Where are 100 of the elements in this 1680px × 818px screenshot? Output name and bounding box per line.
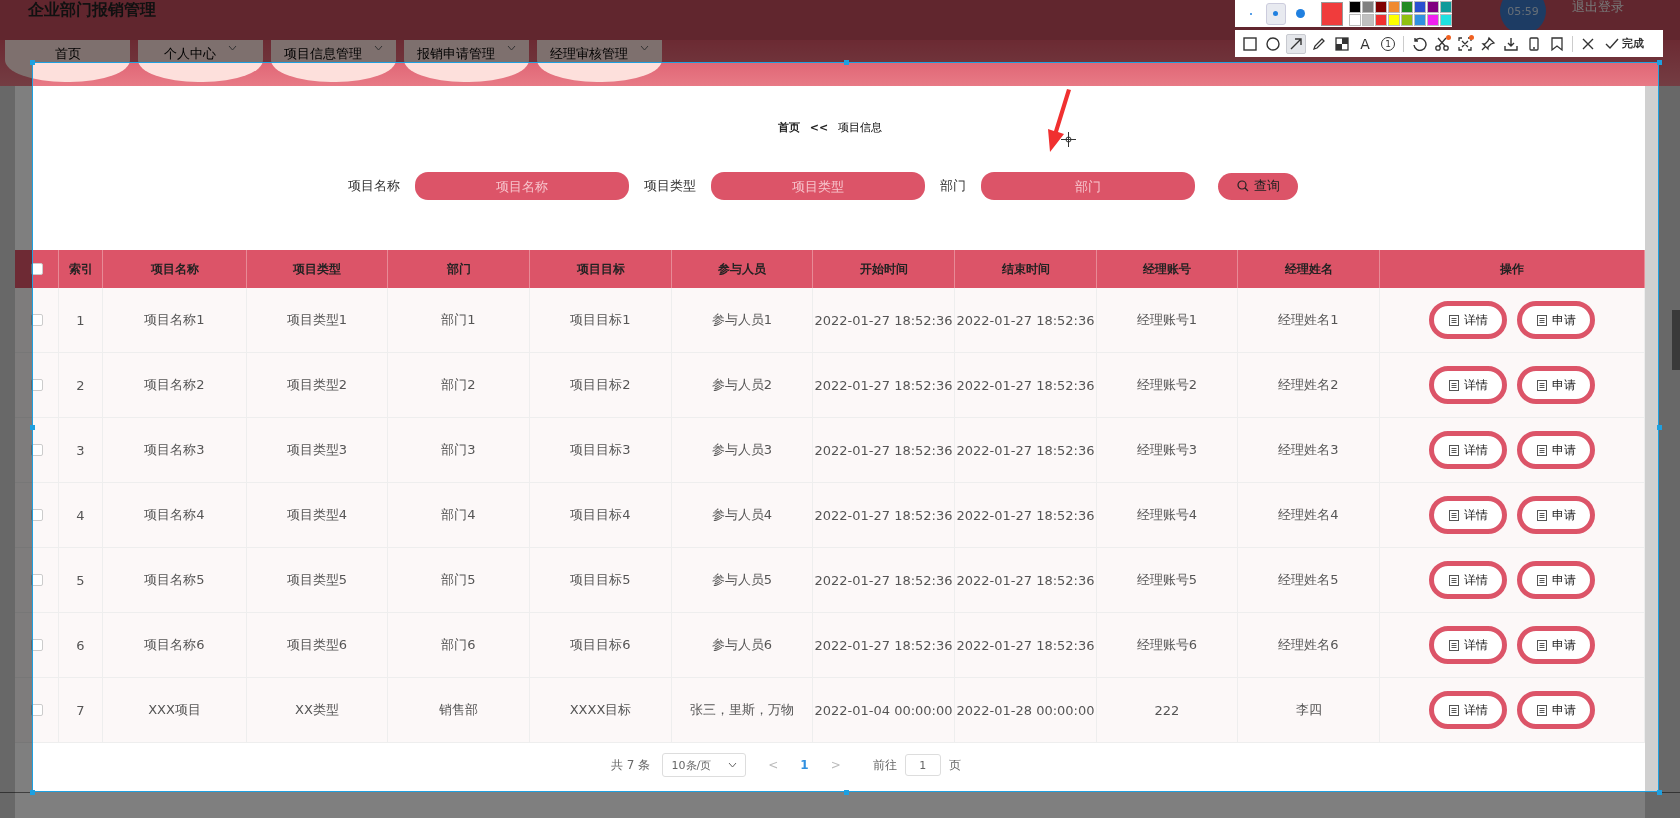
table-cell: 项目名称2 (103, 353, 247, 417)
table-cell: 经理姓名3 (1238, 418, 1380, 482)
search-field[interactable]: 项目名称 (415, 172, 629, 200)
table-cell: 2022-01-27 18:52:36 (813, 418, 955, 482)
table-cell: 2022-01-27 18:52:36 (813, 483, 955, 547)
table-row[interactable]: 6 项目名称6 项目类型6 部门6 项目目标6 参与人员6 2022-01-27 18:52:36 2022-01-27 18:52:36 经理账号6 经理姓名6 详情 申请 (15, 613, 1645, 678)
table-cell: 李四 (1238, 678, 1380, 742)
table-cell: 项目目标3 (530, 418, 672, 482)
table-cell: 参与人员3 (672, 418, 813, 482)
table-cell: 项目目标4 (530, 483, 672, 547)
table-cell: 项目类型6 (247, 613, 388, 677)
table-cell: 项目目标1 (530, 288, 672, 352)
details-button[interactable]: 详情 (1429, 496, 1507, 534)
search-label: 项目类型 (644, 177, 696, 195)
table-cell: 2 (59, 353, 103, 417)
table-cell: 经理账号2 (1097, 353, 1238, 417)
table-cell: 2022-01-27 18:52:36 (813, 548, 955, 612)
table-cell: 4 (59, 483, 103, 547)
table-cell: 5 (59, 548, 103, 612)
table-cell: 经理账号5 (1097, 548, 1238, 612)
table-cell: 2022-01-04 00:00:00 (813, 678, 955, 742)
table-cell: 项目类型1 (247, 288, 388, 352)
table-cell: 2022-01-27 18:52:36 (813, 613, 955, 677)
table-cell: 经理账号6 (1097, 613, 1238, 677)
nav-tab[interactable]: 首页 (5, 40, 130, 82)
nav-tab[interactable]: 个人中心 (138, 40, 263, 82)
table-cell: 项目名称6 (103, 613, 247, 677)
details-button[interactable]: 详情 (1429, 626, 1507, 664)
table-row[interactable]: 5 项目名称5 项目类型5 部门5 项目目标5 参与人员5 2022-01-27 18:52:36 2022-01-27 18:52:36 经理账号5 经理姓名5 详情 申请 (15, 548, 1645, 613)
table-cell: 经理账号3 (1097, 418, 1238, 482)
details-button[interactable]: 详情 (1429, 561, 1507, 599)
table-cell: 经理姓名1 (1238, 288, 1380, 352)
search-button[interactable]: 查询 (1218, 172, 1298, 200)
table-cell: 参与人员1 (672, 288, 813, 352)
table-cell: 参与人员2 (672, 353, 813, 417)
table-cell: 项目目标6 (530, 613, 672, 677)
table-cell: XX类型 (247, 678, 388, 742)
table-cell: 部门3 (388, 418, 530, 482)
table-cell: 经理姓名2 (1238, 353, 1380, 417)
table-cell: 项目目标5 (530, 548, 672, 612)
nav-tab[interactable]: 报销申请管理 (404, 40, 529, 82)
table-cell: 项目目标2 (530, 353, 672, 417)
table-row[interactable]: 3 项目名称3 项目类型3 部门3 项目目标3 参与人员3 2022-01-27 18:52:36 2022-01-27 18:52:36 经理账号3 经理姓名3 详情 申请 (15, 418, 1645, 483)
done-button[interactable]: 完成 (1601, 36, 1648, 51)
table-cell: 部门6 (388, 613, 530, 677)
table-cell: 2022-01-27 18:52:36 (955, 288, 1097, 352)
table-cell: 2022-01-27 18:52:36 (955, 418, 1097, 482)
table-cell: 经理账号1 (1097, 288, 1238, 352)
table-cell: XXX项目 (103, 678, 247, 742)
table-row[interactable]: 2 项目名称2 项目类型2 部门2 项目目标2 参与人员2 2022-01-27 18:52:36 2022-01-27 18:52:36 经理账号2 经理姓名2 详情 申请 (15, 353, 1645, 418)
table-cell: 经理姓名6 (1238, 613, 1380, 677)
apply-button[interactable]: 申请 (1517, 496, 1595, 534)
apply-button[interactable]: 申请 (1517, 561, 1595, 599)
breadcrumb-home[interactable]: 首页 (777, 119, 800, 135)
table-cell: 7 (59, 678, 103, 742)
table-cell: 经理账号4 (1097, 483, 1238, 547)
apply-button[interactable]: 申请 (1517, 301, 1595, 339)
details-button[interactable]: 详情 (1429, 366, 1507, 404)
search-field[interactable]: 项目类型 (711, 172, 925, 200)
table-cell: 1 (59, 288, 103, 352)
nav-tab[interactable]: 项目信息管理 (271, 40, 396, 82)
details-button[interactable]: 详情 (1429, 691, 1507, 729)
table-cell: 项目名称5 (103, 548, 247, 612)
table-cell: 2022-01-28 00:00:00 (955, 678, 1097, 742)
table-cell: 项目名称4 (103, 483, 247, 547)
search-field[interactable]: 部门 (981, 172, 1195, 200)
table-row[interactable]: 4 项目名称4 项目类型4 部门4 项目目标4 参与人员4 2022-01-27 18:52:36 2022-01-27 18:52:36 经理账号4 经理姓名4 详情 申请 (15, 483, 1645, 548)
table-cell: 参与人员4 (672, 483, 813, 547)
table-cell: 2022-01-27 18:52:36 (955, 548, 1097, 612)
table-cell: 2022-01-27 18:52:36 (813, 353, 955, 417)
table-cell: 部门2 (388, 353, 530, 417)
text-tool[interactable]: A (1355, 33, 1375, 54)
table-cell: 项目类型4 (247, 483, 388, 547)
table-row[interactable]: 1 项目名称1 项目类型1 部门1 项目目标1 参与人员1 2022-01-27 18:52:36 2022-01-27 18:52:36 经理账号1 经理姓名1 详情 申请 (15, 288, 1645, 353)
table-cell: 项目名称1 (103, 288, 247, 352)
table-cell: 张三，里斯，万物 (672, 678, 813, 742)
goto-page-field[interactable]: 1 (904, 754, 941, 776)
table-cell: 2022-01-27 18:52:36 (955, 483, 1097, 547)
page-size-select[interactable]: 10条/页 (662, 753, 747, 777)
goto-label: 前往 (872, 756, 897, 774)
total-count: 共 7 条 (611, 756, 651, 774)
details-button[interactable]: 详情 (1429, 431, 1507, 469)
breadcrumb-current: 项目信息 (838, 119, 883, 135)
table-cell: 项目类型5 (247, 548, 388, 612)
details-button[interactable]: 详情 (1429, 301, 1507, 339)
table-cell: 2022-01-27 18:52:36 (813, 288, 955, 352)
table-cell: XXXX目标 (530, 678, 672, 742)
table-cell: 销售部 (388, 678, 530, 742)
apply-button[interactable]: 申请 (1517, 626, 1595, 664)
table-cell: 2022-01-27 18:52:36 (955, 353, 1097, 417)
table-cell: 经理姓名4 (1238, 483, 1380, 547)
apply-button[interactable]: 申请 (1517, 691, 1595, 729)
table-cell: 部门4 (388, 483, 530, 547)
table-row[interactable]: 7 XXX项目 XX类型 销售部 XXXX目标 张三，里斯，万物 2022-01-04 00:00:00 2022-01-28 00:00:00 222 李四 详情 申请 (15, 678, 1645, 743)
table-cell: 部门1 (388, 288, 530, 352)
apply-button[interactable]: 申请 (1517, 366, 1595, 404)
table-cell: 2022-01-27 18:52:36 (955, 613, 1097, 677)
apply-button[interactable]: 申请 (1517, 431, 1595, 469)
nav-tab[interactable]: 经理审核管理 (537, 40, 662, 82)
table-cell: 6 (59, 613, 103, 677)
